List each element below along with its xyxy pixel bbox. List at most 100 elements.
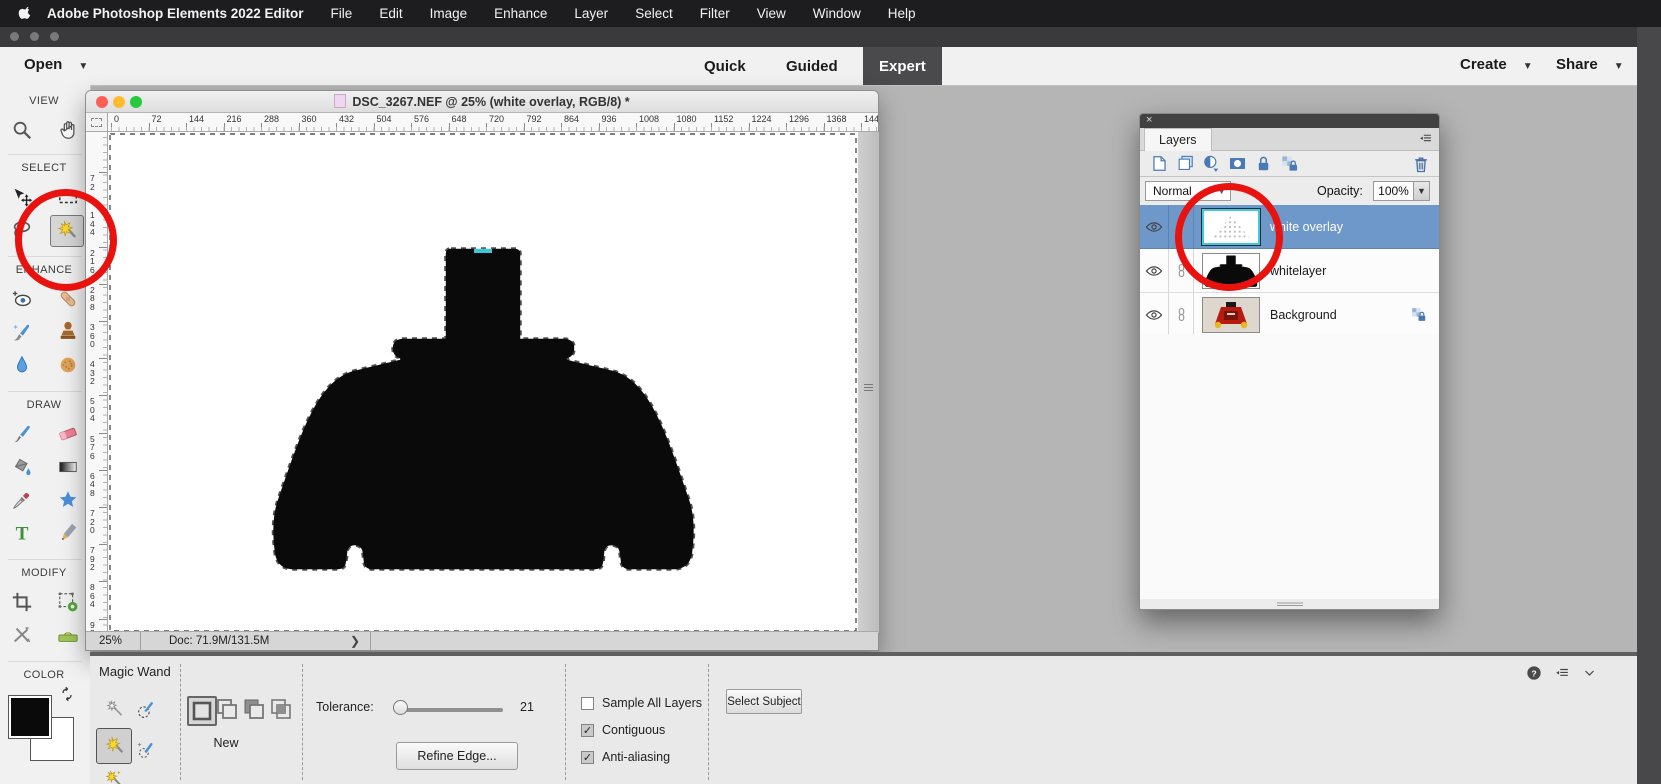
ruler-h-label: 1440	[864, 114, 878, 124]
tolerance-slider-knob[interactable]	[393, 700, 408, 715]
refine-edge-button[interactable]: Refine Edge...	[396, 742, 518, 770]
layer-visibility-toggle[interactable]	[1140, 205, 1169, 248]
layer-link-toggle[interactable]	[1169, 293, 1194, 336]
menu-item-layer[interactable]: Layer	[574, 6, 608, 21]
selection-brush-variant-button[interactable]	[131, 694, 161, 724]
pencil-tool[interactable]	[52, 518, 84, 548]
share-button[interactable]: Share ▼	[1556, 56, 1624, 73]
new-layer-button[interactable]	[1146, 154, 1172, 174]
panel-menu-icon[interactable]	[1418, 132, 1433, 145]
selection-mode-add[interactable]	[214, 696, 240, 722]
layer-thumbnail[interactable]	[1202, 296, 1260, 333]
help-icon[interactable]: ?	[1526, 665, 1542, 681]
document-title-bar[interactable]: DSC_3267.NEF @ 25% (white overlay, RGB/8…	[86, 91, 878, 113]
layer-link-toggle[interactable]	[1169, 205, 1194, 248]
opacity-value[interactable]: 100%	[1373, 181, 1414, 201]
layers-panel-header[interactable]: ×	[1140, 114, 1439, 128]
marquee-tool[interactable]	[52, 182, 84, 212]
delete-layer-icon[interactable]	[1411, 154, 1431, 174]
menu-item-edit[interactable]: Edit	[379, 6, 402, 21]
smart-brush-tool[interactable]	[6, 317, 38, 347]
transform-tool[interactable]	[52, 587, 84, 617]
window-minimize-button[interactable]	[30, 32, 39, 41]
layer-visibility-toggle[interactable]	[1140, 249, 1169, 292]
status-chevron-icon[interactable]: ❯	[350, 634, 370, 648]
brush-tool[interactable]	[6, 419, 38, 449]
layer-thumbnail[interactable]	[1202, 208, 1260, 245]
lasso-tool[interactable]	[6, 215, 38, 245]
paint-bucket-tool[interactable]	[6, 452, 38, 482]
tab-guided[interactable]: Guided	[770, 47, 854, 85]
red-eye-tool[interactable]	[6, 284, 38, 314]
layer-visibility-toggle[interactable]	[1140, 293, 1169, 336]
app-name[interactable]: Adobe Photoshop Elements 2022 Editor	[47, 6, 304, 21]
gradient-tool[interactable]	[52, 452, 84, 482]
selection-mode-intersect[interactable]	[268, 696, 294, 722]
tab-layers[interactable]: Layers	[1144, 128, 1212, 151]
open-button[interactable]: Open ▼	[24, 56, 88, 73]
options-menu-icon[interactable]	[1554, 666, 1570, 680]
create-button[interactable]: Create ▼	[1460, 56, 1533, 73]
canvas[interactable]	[108, 132, 858, 633]
selection-mode-subtract[interactable]	[241, 696, 267, 722]
eyedropper-tool[interactable]	[6, 485, 38, 515]
new-group-button[interactable]	[1172, 154, 1198, 174]
wand-small-variant-button[interactable]	[99, 694, 129, 724]
layer-link-toggle[interactable]	[1169, 249, 1194, 292]
layer-mask-button[interactable]	[1224, 154, 1250, 174]
layer-row-white-overlay[interactable]: white overlay	[1140, 205, 1439, 249]
blend-mode-select[interactable]: Normal ▼	[1145, 181, 1231, 201]
swap-colors-icon[interactable]	[58, 687, 76, 703]
tolerance-slider[interactable]	[397, 708, 503, 712]
hand-tool[interactable]	[52, 115, 84, 145]
zoom-level[interactable]: 25%	[86, 632, 141, 650]
layer-row-background[interactable]: Background	[1140, 293, 1439, 337]
move-tool[interactable]	[6, 182, 38, 212]
lock-pixels-button[interactable]	[1276, 154, 1302, 174]
zoom-tool[interactable]	[6, 115, 38, 145]
tab-expert[interactable]: Expert	[863, 47, 942, 85]
sponge-tool[interactable]	[52, 350, 84, 380]
opacity-dropdown-icon[interactable]: ▼	[1413, 181, 1430, 201]
select-subject-button[interactable]: Select Subject	[726, 689, 802, 714]
menu-item-view[interactable]: View	[757, 6, 786, 21]
straighten-tool[interactable]	[52, 620, 84, 650]
blur-tool[interactable]	[6, 350, 38, 380]
eraser-tool[interactable]	[52, 419, 84, 449]
menu-item-select[interactable]: Select	[635, 6, 673, 21]
menu-item-image[interactable]: Image	[430, 6, 468, 21]
window-close-button[interactable]	[10, 32, 19, 41]
menu-item-filter[interactable]: Filter	[700, 6, 730, 21]
layer-row-whitelayer[interactable]: whitelayer	[1140, 249, 1439, 293]
menu-item-enhance[interactable]: Enhance	[494, 6, 547, 21]
close-icon[interactable]: ×	[1146, 114, 1152, 127]
clone-stamp-tool[interactable]	[52, 317, 84, 347]
menu-item-window[interactable]: Window	[813, 6, 861, 21]
auto-wand-variant-button[interactable]	[98, 764, 128, 784]
shape-tool[interactable]	[52, 485, 84, 515]
window-title-bar[interactable]	[0, 27, 1637, 47]
resize-grip-icon[interactable]	[864, 384, 873, 391]
tab-quick[interactable]: Quick	[688, 47, 762, 85]
magic-wand-variant-button[interactable]	[96, 728, 132, 764]
panel-resize-grip[interactable]	[1276, 601, 1303, 606]
menu-item-help[interactable]: Help	[888, 6, 916, 21]
adjustment-button[interactable]	[1198, 154, 1224, 174]
menu-item-file[interactable]: File	[331, 6, 353, 21]
type-tool[interactable]: T	[6, 518, 38, 548]
recompose-tool[interactable]	[6, 620, 38, 650]
foreground-color-swatch[interactable]	[8, 695, 52, 739]
selection-mode-new[interactable]	[187, 696, 217, 726]
window-zoom-button[interactable]	[50, 32, 59, 41]
checkbox-anti-aliasing[interactable]: ✓	[581, 750, 594, 764]
spot-heal-tool[interactable]	[52, 284, 84, 314]
crop-tool[interactable]	[6, 587, 38, 617]
magic-wand-tool[interactable]	[50, 215, 84, 247]
lock-button[interactable]	[1250, 154, 1276, 174]
checkbox-sample-all-layers[interactable]	[581, 696, 594, 710]
collapse-chevron-icon[interactable]	[1582, 667, 1597, 679]
layer-thumbnail[interactable]	[1202, 252, 1260, 289]
apple-menu-icon[interactable]	[18, 5, 33, 22]
refine-brush-variant-button[interactable]	[131, 734, 161, 764]
checkbox-contiguous[interactable]: ✓	[581, 723, 594, 737]
